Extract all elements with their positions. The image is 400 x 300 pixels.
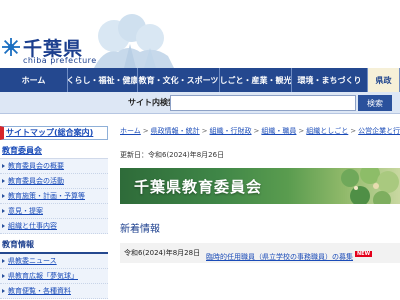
news-link[interactable]: 臨時的任用職員（県立学校の事務職員）の募集: [206, 253, 353, 261]
site-subtitle: chiba prefecture: [23, 56, 97, 65]
nav-government[interactable]: 県政: [368, 68, 400, 92]
breadcrumb-separator: >: [298, 127, 305, 135]
sidebar: サイトマップ(総合案内) 教育委員会 教育委員会の概要 教育委員会の活動 教育施…: [0, 126, 112, 300]
sidebar-item[interactable]: 県教育広報「夢気球」: [0, 269, 108, 284]
news-title-wrap: 臨時的任用職員（県立学校の事務職員）の募集 NEW: [206, 244, 373, 263]
updated-date: 更新日：令和6(2024)年8月26日: [120, 151, 225, 159]
sidebar-item[interactable]: 教育委員会の活動: [0, 174, 108, 189]
breadcrumb-separator: >: [253, 127, 260, 135]
page-banner: 千葉県教育委員会: [120, 168, 400, 204]
nav-environment[interactable]: 環境・まちづくり: [292, 68, 368, 92]
site-header: 千葉県 chiba prefecture: [0, 0, 400, 68]
sitemap-link[interactable]: サイトマップ(総合案内): [0, 126, 108, 140]
search-label: サイト内検索: [128, 98, 176, 107]
breadcrumb-item[interactable]: 組織・行財政: [210, 127, 252, 135]
nav-work[interactable]: しごと・産業・観光: [220, 68, 292, 92]
sidebar-section-title[interactable]: 教育委員会: [0, 143, 108, 159]
sidebar-item[interactable]: 教育委員会の概要: [0, 159, 108, 174]
chiba-logo-icon: [2, 38, 20, 56]
news-date: 令和6(2024)年8月28日: [124, 249, 201, 257]
sidebar-item[interactable]: 意見・提案: [0, 204, 108, 219]
sidebar-item[interactable]: 教育便覧・各種資料: [0, 284, 108, 299]
main-content: ホーム>県政情報・統計>組織・行財政>組織・職員>組織としごと>公営企業と行政委…: [120, 126, 400, 300]
breadcrumb-item[interactable]: ホーム: [120, 127, 141, 135]
sidebar-section-board: 教育委員会 教育委員会の概要 教育委員会の活動 教育施策・計画・予算等 意見・提…: [0, 143, 108, 234]
search-button[interactable]: 検索: [358, 95, 392, 111]
sidebar-section-title: 教育情報: [0, 237, 108, 254]
new-badge: NEW: [355, 251, 373, 257]
news-item: 令和6(2024)年8月28日 臨時的任用職員（県立学校の事務職員）の募集 NEW: [120, 243, 400, 263]
breadcrumb-item[interactable]: 県政情報・統計: [151, 127, 200, 135]
decorative-illustration: [94, 14, 174, 68]
sidebar-item[interactable]: 県教委ニュース: [0, 254, 108, 269]
breadcrumb: ホーム>県政情報・統計>組織・行財政>組織・職員>組織としごと>公営企業と行政委…: [120, 126, 400, 136]
search-input[interactable]: [170, 95, 356, 111]
breadcrumb-item[interactable]: 公営企業と行政委員会事務局: [358, 127, 400, 135]
breadcrumb-item[interactable]: 組織・職員: [261, 127, 296, 135]
breadcrumb-separator: >: [142, 127, 149, 135]
news-heading: 新着情報: [120, 224, 160, 235]
breadcrumb-item[interactable]: 組織としごと: [306, 127, 348, 135]
page-title: 千葉県教育委員会: [134, 178, 263, 196]
sidebar-item[interactable]: 組織と仕事内容: [0, 219, 108, 234]
nav-education[interactable]: 教育・文化・スポーツ: [138, 68, 220, 92]
site-search: サイト内検索 検索: [0, 92, 400, 114]
page: 千葉県 chiba prefecture ホーム くらし・福祉・健康 教育・文化…: [0, 0, 400, 300]
nav-living[interactable]: くらし・福祉・健康: [68, 68, 138, 92]
nav-home[interactable]: ホーム: [0, 68, 68, 92]
global-nav: ホーム くらし・福祉・健康 教育・文化・スポーツ しごと・産業・観光 環境・まち…: [0, 68, 400, 92]
breadcrumb-separator: >: [350, 127, 357, 135]
sidebar-section-info: 教育情報 県教委ニュース 県教育広報「夢気球」 教育便覧・各種資料: [0, 237, 108, 299]
breadcrumb-separator: >: [201, 127, 208, 135]
sidebar-item[interactable]: 教育施策・計画・予算等: [0, 189, 108, 204]
banner-photo: [341, 168, 399, 204]
